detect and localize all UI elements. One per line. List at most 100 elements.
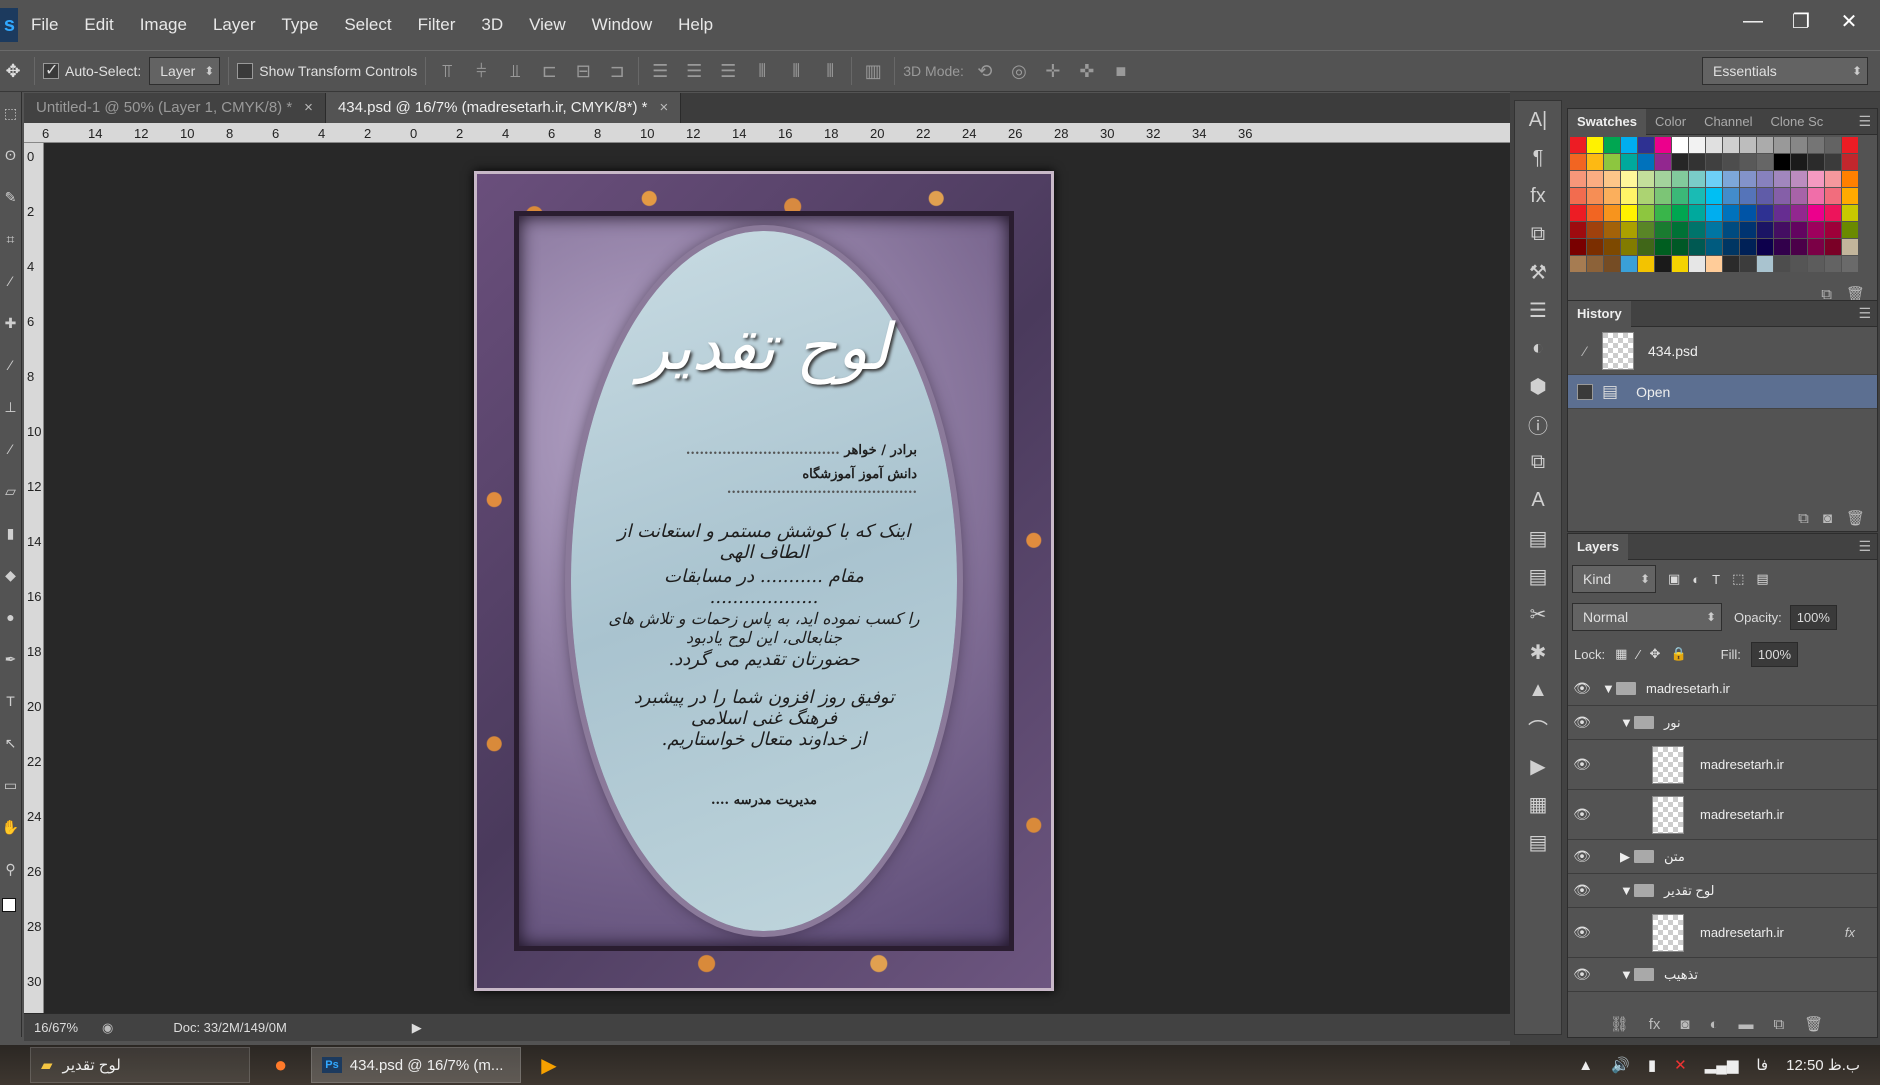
color-swatch[interactable] bbox=[1689, 222, 1705, 238]
color-swatch[interactable] bbox=[1587, 222, 1603, 238]
color-swatch[interactable] bbox=[1689, 188, 1705, 204]
paragraph-styles-icon[interactable]: ▤ bbox=[1515, 557, 1561, 595]
color-swatch[interactable] bbox=[1791, 171, 1807, 187]
panel-menu-icon[interactable]: ☰ bbox=[1858, 113, 1871, 130]
color-swatch[interactable] bbox=[1825, 239, 1841, 255]
color-swatch[interactable] bbox=[1604, 154, 1620, 170]
filter-pixel-icon[interactable]: ▣ bbox=[1668, 571, 1680, 587]
color-swatch[interactable] bbox=[1723, 171, 1739, 187]
info-panel-icon[interactable]: ⓘ bbox=[1515, 405, 1561, 443]
distribute-hcenter-icon[interactable]: ⦀ bbox=[783, 58, 809, 84]
history-brush-icon[interactable]: ⁄ bbox=[1568, 343, 1602, 359]
color-swatch[interactable] bbox=[1621, 222, 1637, 238]
color-swatch[interactable] bbox=[1672, 137, 1688, 153]
color-swatch[interactable] bbox=[1638, 239, 1654, 255]
color-swatch[interactable] bbox=[1723, 205, 1739, 221]
visibility-eye-icon[interactable]: 👁 bbox=[1568, 848, 1596, 865]
filter-type-icon[interactable]: T bbox=[1712, 572, 1720, 587]
color-swatch[interactable] bbox=[1774, 256, 1790, 272]
close-button[interactable]: ✕ bbox=[1826, 4, 1872, 38]
color-swatch[interactable] bbox=[1825, 222, 1841, 238]
brush-panel-icon[interactable]: ⚒ bbox=[1515, 253, 1561, 291]
color-swatch[interactable] bbox=[1570, 256, 1586, 272]
color-swatch[interactable] bbox=[1587, 188, 1603, 204]
shape-tool-icon[interactable]: ▭ bbox=[0, 764, 21, 806]
color-swatch[interactable] bbox=[1774, 137, 1790, 153]
adjustments-panel-icon[interactable]: ☰ bbox=[1515, 291, 1561, 329]
tool-presets-icon[interactable]: ✂ bbox=[1515, 595, 1561, 633]
language-indicator[interactable]: فا bbox=[1756, 1056, 1768, 1074]
distribute-left-icon[interactable]: ⦀ bbox=[749, 58, 775, 84]
color-swatch[interactable] bbox=[1689, 154, 1705, 170]
color-swatch[interactable] bbox=[1740, 137, 1756, 153]
color-swatch[interactable] bbox=[1791, 188, 1807, 204]
minimize-button[interactable]: — bbox=[1730, 4, 1776, 38]
actions-panel-icon[interactable]: ▶ bbox=[1515, 747, 1561, 785]
color-swatch[interactable] bbox=[1604, 256, 1620, 272]
color-swatch[interactable] bbox=[1757, 171, 1773, 187]
menu-filter[interactable]: Filter bbox=[405, 0, 469, 50]
color-swatch[interactable] bbox=[1655, 256, 1671, 272]
color-swatch[interactable] bbox=[1604, 188, 1620, 204]
menu-help[interactable]: Help bbox=[665, 0, 726, 50]
filter-shape-icon[interactable]: ⬚ bbox=[1732, 571, 1744, 587]
menu-image[interactable]: Image bbox=[127, 0, 200, 50]
lock-transparent-icon[interactable]: ▦ bbox=[1615, 646, 1627, 662]
color-swatch[interactable] bbox=[1723, 256, 1739, 272]
color-swatch[interactable] bbox=[1808, 239, 1824, 255]
color-swatch[interactable] bbox=[1757, 239, 1773, 255]
type-tool-icon[interactable]: T bbox=[0, 680, 21, 722]
color-swatch[interactable] bbox=[1672, 239, 1688, 255]
color-swatch[interactable] bbox=[1825, 154, 1841, 170]
distribute-vcenter-icon[interactable]: ☰ bbox=[681, 58, 707, 84]
eraser-tool-icon[interactable]: ▱ bbox=[0, 470, 21, 512]
align-bottom-icon[interactable]: ⫫ bbox=[502, 58, 528, 84]
fill-input[interactable]: 100% bbox=[1750, 641, 1799, 667]
opacity-input[interactable]: 100% bbox=[1789, 604, 1837, 630]
align-right-icon[interactable]: ⊐ bbox=[604, 58, 630, 84]
color-swatch[interactable] bbox=[1672, 171, 1688, 187]
color-swatch[interactable] bbox=[1740, 222, 1756, 238]
menu-file[interactable]: File bbox=[18, 0, 71, 50]
3d-roll-icon[interactable]: ◎ bbox=[1006, 58, 1032, 84]
color-swatch[interactable] bbox=[1655, 137, 1671, 153]
color-swatch[interactable] bbox=[1740, 256, 1756, 272]
color-swatch[interactable] bbox=[1808, 154, 1824, 170]
new-group-icon[interactable]: ▬ bbox=[1739, 1016, 1754, 1033]
healing-tool-icon[interactable]: ✚ bbox=[0, 302, 21, 344]
color-swatch[interactable] bbox=[1706, 154, 1722, 170]
color-swatch[interactable] bbox=[1791, 239, 1807, 255]
layer-group-lohe-taghdir[interactable]: 👁 ▼ لوح تقدیر bbox=[1568, 874, 1877, 908]
pen-tool-icon[interactable]: ✒ bbox=[0, 638, 21, 680]
color-swatch[interactable] bbox=[1638, 222, 1654, 238]
color-swatch[interactable] bbox=[1842, 239, 1858, 255]
visibility-eye-icon[interactable]: 👁 bbox=[1568, 966, 1596, 983]
navigator-panel-icon[interactable]: ◐ bbox=[1515, 329, 1561, 367]
foreground-color-swatch[interactable] bbox=[2, 898, 16, 912]
color-swatch[interactable] bbox=[1587, 137, 1603, 153]
gradient-tool-icon[interactable]: ▮ bbox=[0, 512, 21, 554]
brush-presets-icon[interactable]: ✱ bbox=[1515, 633, 1561, 671]
color-swatch[interactable] bbox=[1757, 205, 1773, 221]
color-swatch[interactable] bbox=[1604, 239, 1620, 255]
color-swatch[interactable] bbox=[1672, 205, 1688, 221]
color-swatch[interactable] bbox=[1621, 171, 1637, 187]
color-swatch[interactable] bbox=[1791, 154, 1807, 170]
distribute-right-icon[interactable]: ⦀ bbox=[817, 58, 843, 84]
auto-select-checkbox[interactable]: Auto-Select: bbox=[43, 60, 141, 80]
status-arrow-icon[interactable]: ▶ bbox=[412, 1020, 422, 1036]
tab-layers[interactable]: Layers bbox=[1568, 533, 1628, 560]
color-swatch[interactable] bbox=[1842, 222, 1858, 238]
character-panel-icon[interactable]: A| bbox=[1515, 101, 1561, 139]
brush-tool-icon[interactable]: ⁄ bbox=[0, 344, 21, 386]
color-swatch[interactable] bbox=[1638, 188, 1654, 204]
color-swatch[interactable] bbox=[1570, 205, 1586, 221]
delete-layer-icon[interactable]: 🗑 bbox=[1804, 1015, 1823, 1033]
visibility-eye-icon[interactable]: 👁 bbox=[1568, 756, 1596, 773]
canvas-area[interactable]: لوح تقدیر برادر / خواهر ................… bbox=[44, 143, 1510, 1013]
align-left-icon[interactable]: ⊏ bbox=[536, 58, 562, 84]
color-swatch[interactable] bbox=[1604, 171, 1620, 187]
color-swatch[interactable] bbox=[1842, 154, 1858, 170]
color-swatch[interactable] bbox=[1621, 137, 1637, 153]
new-document-icon[interactable]: ⧉ bbox=[1798, 510, 1809, 527]
